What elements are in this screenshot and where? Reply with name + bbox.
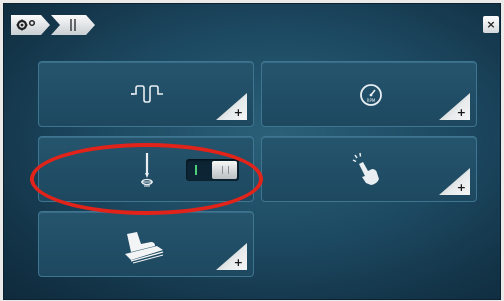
thread-tension-tile[interactable]: + — [38, 61, 254, 127]
foot-control-icon — [119, 228, 169, 266]
thread-tension-icon — [127, 82, 167, 106]
needle-stop-icon — [135, 150, 159, 190]
speed-tile[interactable]: RPM + — [261, 61, 477, 127]
svg-text:RPM: RPM — [367, 98, 376, 103]
needle-stop-tile — [38, 136, 254, 202]
foot-control-tile[interactable]: + — [38, 211, 254, 277]
plus-icon: + — [456, 106, 466, 119]
speedometer-rpm-icon: RPM — [358, 82, 384, 108]
breadcrumb-settings[interactable] — [11, 15, 50, 35]
needle-stop-toggle[interactable] — [186, 159, 239, 181]
hand-tap-icon — [350, 151, 382, 187]
toggle-on-indicator — [195, 165, 197, 175]
touch-gesture-tile[interactable]: + — [261, 136, 477, 202]
settings-window: × + RPM + + + — [3, 3, 501, 300]
toggle-knob[interactable] — [212, 161, 237, 179]
sewing-settings-icon — [68, 18, 78, 32]
breadcrumb-sewing-settings[interactable] — [51, 15, 95, 35]
plus-icon: + — [233, 106, 243, 119]
plus-icon: + — [456, 181, 466, 194]
gear-icon — [16, 19, 38, 31]
close-button[interactable]: × — [483, 16, 499, 33]
plus-icon: + — [233, 256, 243, 269]
